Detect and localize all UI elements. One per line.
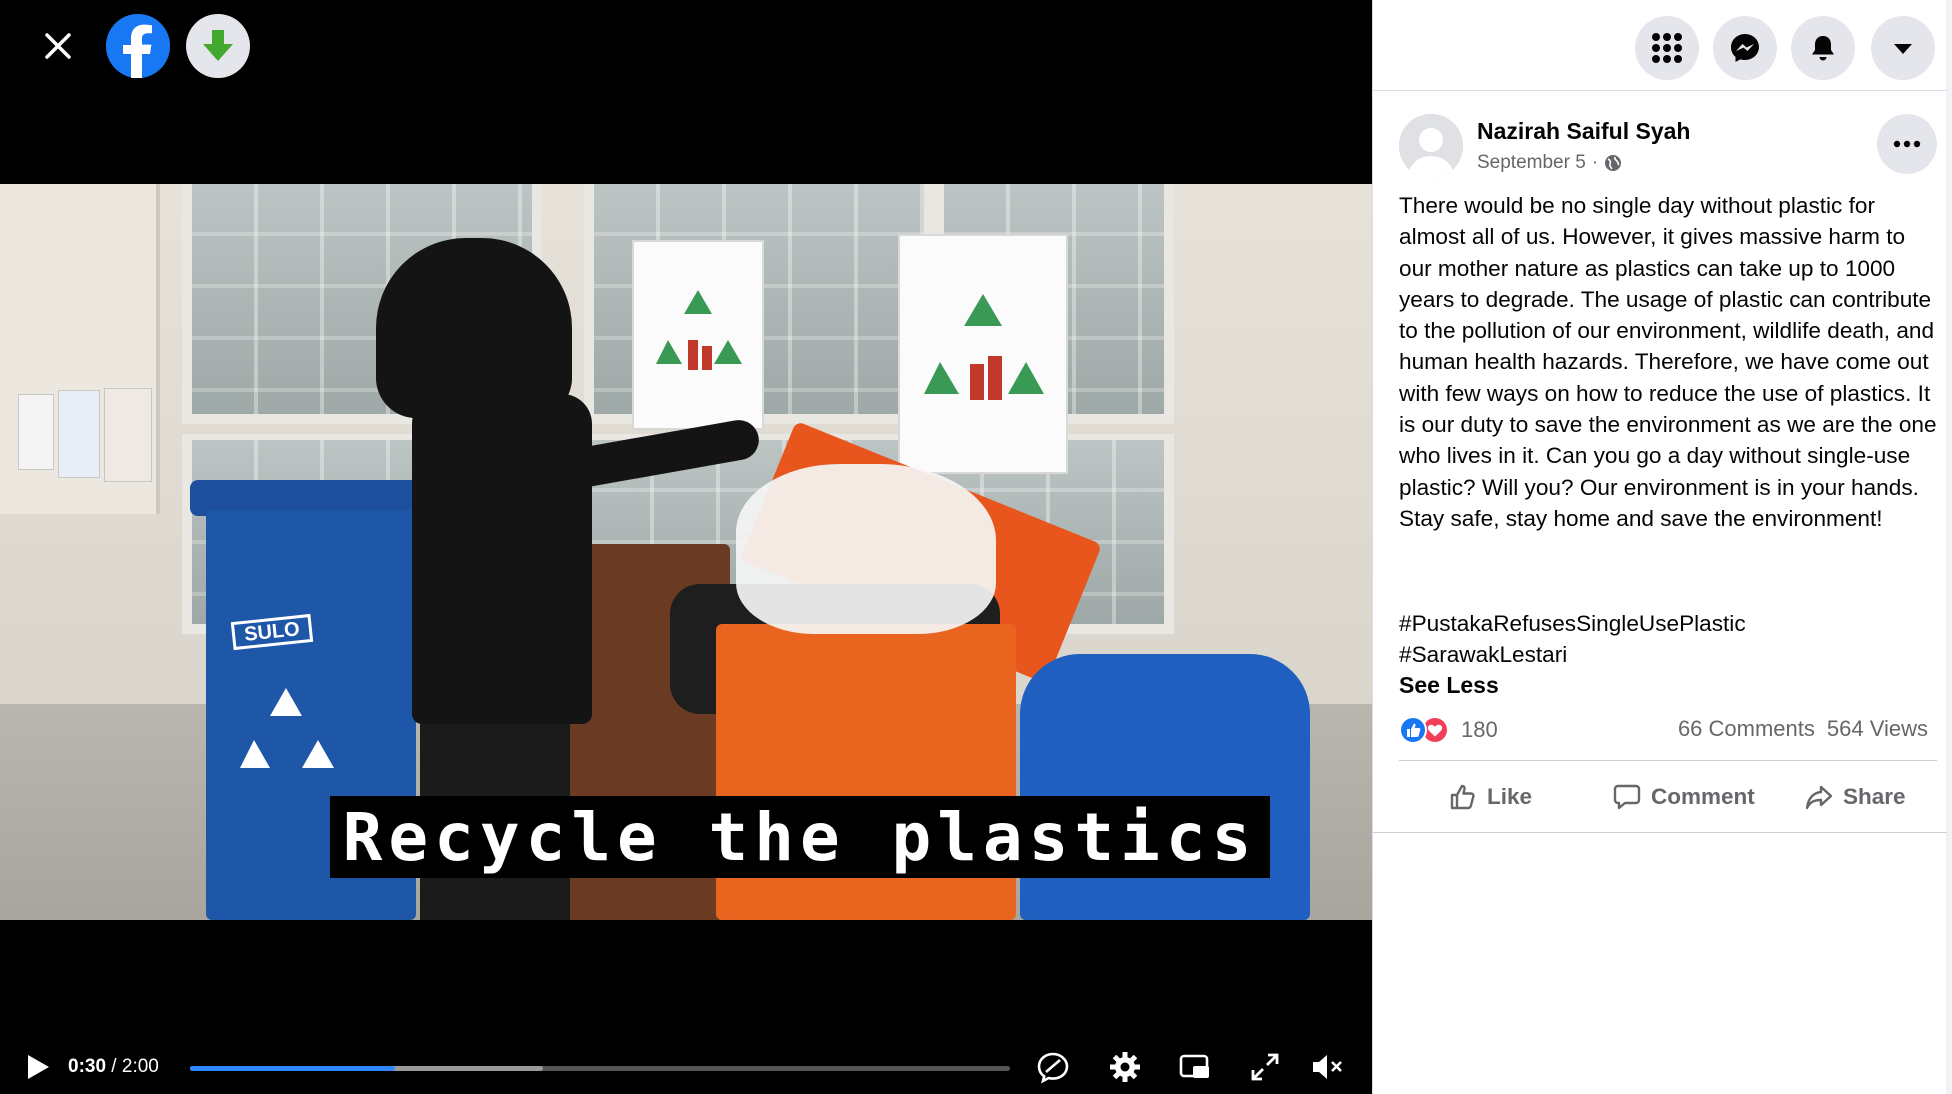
scene-person-torso [412,394,592,724]
captions-icon[interactable] [1036,1050,1070,1084]
engagement-counts: 66 Comments 564 Views [1678,716,1928,742]
panel-scrollbar[interactable] [1946,0,1952,1094]
video-frame[interactable]: SULO Recycle the plastics [0,184,1372,920]
comment-label: Comment [1651,784,1755,809]
close-icon [45,33,71,59]
comment-bubble-icon [1613,784,1641,810]
facebook-logo-icon [106,14,170,78]
video-time: 0:30 / 2:00 [68,1056,159,1078]
actions-divider-top [1399,760,1937,761]
see-less-link[interactable]: See Less [1399,672,1499,699]
actions-divider-bottom [1373,832,1947,833]
post-hashtags: #PustakaRefusesSingleUsePlastic #Sarawak… [1399,608,1939,670]
views-count[interactable]: 564 Views [1827,716,1928,742]
scene-notice-board [0,184,160,514]
menu-grid-icon [1652,33,1682,63]
bell-icon [1812,36,1834,61]
facebook-logo-button[interactable] [106,14,170,78]
download-arrow-icon [203,30,233,61]
menu-button[interactable] [1635,16,1699,80]
time-separator: / [106,1056,122,1077]
bin-recycle-icon [240,688,334,768]
default-avatar-icon [1399,114,1463,178]
post-date[interactable]: September 5 [1477,152,1586,174]
notifications-button[interactable] [1791,16,1855,80]
account-button[interactable] [1871,16,1935,80]
caret-down-icon [1894,44,1912,54]
share-label: Share [1843,784,1906,809]
hashtag-link[interactable]: #SarawakLestari [1399,639,1939,670]
bin-brand-label: SULO [230,613,314,651]
scene-recycle-sign-right [898,234,1068,474]
progress-fill [190,1066,395,1071]
close-button[interactable] [26,14,90,78]
like-button[interactable]: Like [1449,774,1532,820]
duration: 2:00 [121,1056,159,1077]
nav-divider [1373,90,1947,91]
play-icon[interactable] [22,1052,52,1082]
settings-gear-icon[interactable] [1108,1050,1142,1084]
video-caption: Recycle the plastics [342,798,1258,876]
post-panel: Nazirah Saiful Syah September 5 · There … [1372,0,1952,1094]
download-button[interactable] [186,14,250,78]
comment-button[interactable]: Comment [1613,774,1755,820]
post-meta: September 5 · [1477,152,1622,174]
share-button[interactable]: Share [1805,774,1906,820]
messenger-icon [1731,34,1759,62]
reaction-count: 180 [1461,717,1498,742]
comments-count[interactable]: 66 Comments [1678,716,1815,742]
author-name[interactable]: Nazirah Saiful Syah [1477,118,1690,145]
more-dots-icon [1893,140,1921,148]
volume-muted-icon[interactable] [1310,1050,1344,1084]
picture-in-picture-icon[interactable] [1178,1050,1212,1084]
video-caption-box: Recycle the plastics [330,796,1270,878]
progress-bar[interactable] [190,1066,1010,1071]
scene-blue-bin-right [1020,654,1310,920]
current-time: 0:30 [68,1056,107,1077]
reactions-summary[interactable]: 180 [1399,714,1498,746]
globe-icon [1605,155,1622,171]
post-text: There would be no single day without pla… [1399,193,1937,531]
scene-recycle-sign-left [632,240,764,430]
share-arrow-icon [1805,785,1833,810]
video-player[interactable]: SULO Recycle the plastics 0:30 / 2:00 [0,0,1372,1094]
hashtag-link[interactable]: #PustakaRefusesSingleUsePlastic [1399,608,1939,639]
like-reaction-icon [1399,716,1427,744]
thumbs-up-icon [1450,784,1475,810]
scene-plastic-bag [736,464,996,634]
messenger-button[interactable] [1713,16,1777,80]
avatar[interactable] [1399,114,1463,178]
meta-dot: · [1591,152,1599,173]
video-controls: 0:30 / 2:00 [0,1040,1372,1094]
post-options-button[interactable] [1877,114,1937,174]
fullscreen-icon[interactable] [1248,1050,1282,1084]
scene-person-hijab [376,238,572,418]
like-label: Like [1487,784,1533,809]
